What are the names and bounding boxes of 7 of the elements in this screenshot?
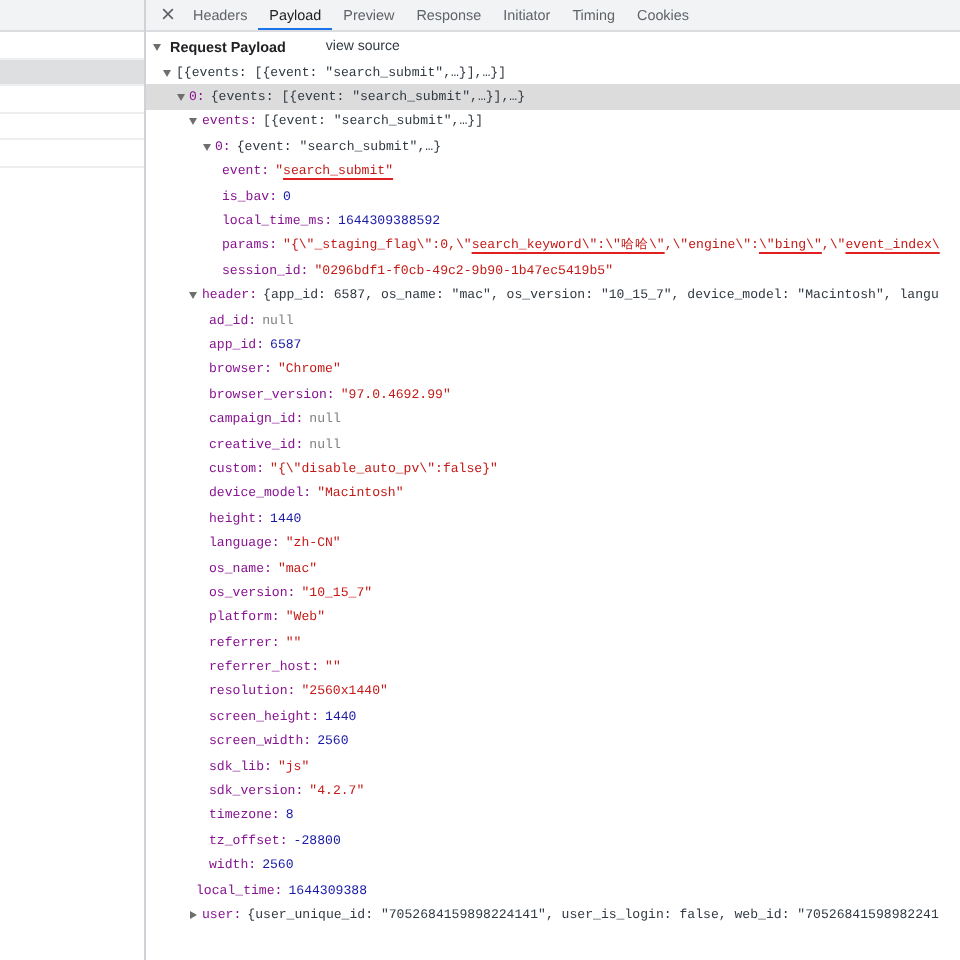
collapsed-triangle-icon[interactable] xyxy=(188,909,198,920)
expanded-triangle-icon[interactable] xyxy=(162,67,172,78)
expanded-triangle-icon[interactable] xyxy=(201,141,211,152)
expanded-triangle-icon[interactable] xyxy=(175,92,185,103)
expanded-triangle-icon[interactable] xyxy=(188,116,198,127)
expanded-triangle-icon[interactable] xyxy=(152,42,162,52)
expanded-triangle-icon[interactable] xyxy=(188,290,198,301)
